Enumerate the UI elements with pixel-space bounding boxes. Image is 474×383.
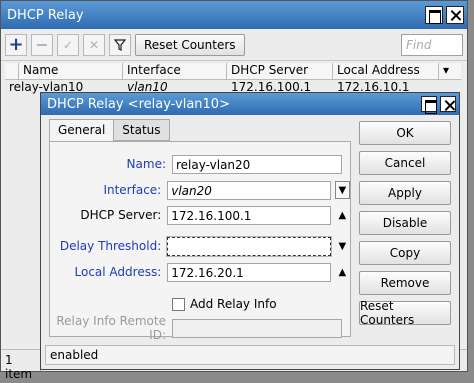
copy-button[interactable]: Copy <box>359 241 451 265</box>
dhcp-server-label: DHCP Server: <box>80 208 162 222</box>
interface-select[interactable]: vlan20 <box>167 180 331 200</box>
column-header-dhcp-server[interactable]: DHCP Server <box>227 63 333 79</box>
cancel-button[interactable]: Cancel <box>359 151 451 175</box>
column-header-name[interactable]: Name <box>19 63 123 79</box>
dropdown-icon[interactable]: ▼ <box>334 181 350 199</box>
relay-info-remote-id-label: Relay Info Remote ID: <box>56 314 166 342</box>
close-icon[interactable] <box>446 6 464 24</box>
expand-down-icon[interactable]: ▼ <box>335 237 350 255</box>
disable-button[interactable]: Disable <box>359 211 451 235</box>
dialog-status-bar: enabled <box>45 345 455 365</box>
item-count: 1 item <box>1 350 41 381</box>
remove-button[interactable]: Remove <box>359 271 451 295</box>
relay-edit-dialog: DHCP Relay <relay-vlan10> General Status… <box>40 92 460 370</box>
name-field[interactable]: relay-vlan20 <box>172 154 342 174</box>
reset-counters-button[interactable]: Reset Counters <box>135 33 245 56</box>
close-icon[interactable] <box>440 96 456 112</box>
tab-bar: General Status <box>49 119 170 143</box>
relay-info-remote-id-field[interactable] <box>172 318 342 338</box>
tab-general[interactable]: General <box>49 119 115 143</box>
toolbar: + − ✓ ✕ Reset Counters Find <box>1 29 467 61</box>
interface-row: Interface: vlan20 ▼ <box>50 180 350 200</box>
tab-status[interactable]: Status <box>113 119 170 141</box>
table-header: Name Interface DHCP Server Local Address… <box>5 63 461 80</box>
ok-button[interactable]: OK <box>359 121 451 145</box>
dialog-title: DHCP Relay <relay-vlan10> <box>47 96 230 112</box>
dialog-buttons: OK Cancel Apply Disable Copy Remove Rese… <box>359 121 451 327</box>
restore-icon[interactable] <box>421 96 437 114</box>
collapse-up-icon[interactable]: ▲ <box>335 263 350 281</box>
delay-threshold-label: Delay Threshold: <box>59 239 162 253</box>
general-panel: Name: relay-vlan20 Interface: vlan20 ▼ D… <box>49 141 351 342</box>
add-relay-info-label: Add Relay Info <box>190 297 277 311</box>
local-address-row: Local Address: 172.16.20.1 ▲ <box>50 262 350 282</box>
check-icon[interactable]: ✓ <box>57 33 79 56</box>
dialog-titlebar[interactable]: DHCP Relay <relay-vlan10> <box>41 93 459 115</box>
column-header-interface[interactable]: Interface <box>123 63 227 79</box>
delay-threshold-field[interactable] <box>166 235 332 257</box>
restore-icon[interactable] <box>425 6 443 24</box>
local-address-field[interactable]: 172.16.20.1 <box>167 262 331 282</box>
reset-counters-dialog-button[interactable]: Reset Counters <box>359 299 451 327</box>
find-input[interactable]: Find <box>401 33 463 56</box>
dhcp-server-field[interactable]: 172.16.100.1 <box>167 205 331 225</box>
interface-label: Interface: <box>103 183 162 197</box>
up-down-icon[interactable]: ▲ <box>335 206 350 224</box>
x-icon[interactable]: ✕ <box>83 33 105 56</box>
name-label: Name: <box>126 157 166 171</box>
add-relay-info-row: Add Relay Info <box>50 294 350 314</box>
name-row: Name: relay-vlan20 <box>50 154 350 174</box>
apply-button[interactable]: Apply <box>359 181 451 205</box>
local-address-label: Local Address: <box>74 265 162 279</box>
minus-icon[interactable]: − <box>31 33 53 56</box>
add-relay-info-checkbox[interactable] <box>172 297 185 311</box>
column-menu-icon[interactable]: ▾ <box>439 63 461 79</box>
relay-info-remote-id-row: Relay Info Remote ID: <box>50 314 350 342</box>
dhcp-server-row: DHCP Server: 172.16.100.1 ▲ <box>50 205 350 225</box>
funnel-icon[interactable] <box>109 33 131 56</box>
row-marker-column <box>5 63 19 79</box>
window-titlebar[interactable]: DHCP Relay <box>1 1 467 29</box>
delay-threshold-row: Delay Threshold: ▼ <box>50 235 350 257</box>
plus-icon[interactable]: + <box>5 33 27 56</box>
window-title: DHCP Relay <box>7 7 84 23</box>
column-header-local-address[interactable]: Local Address <box>333 63 439 79</box>
